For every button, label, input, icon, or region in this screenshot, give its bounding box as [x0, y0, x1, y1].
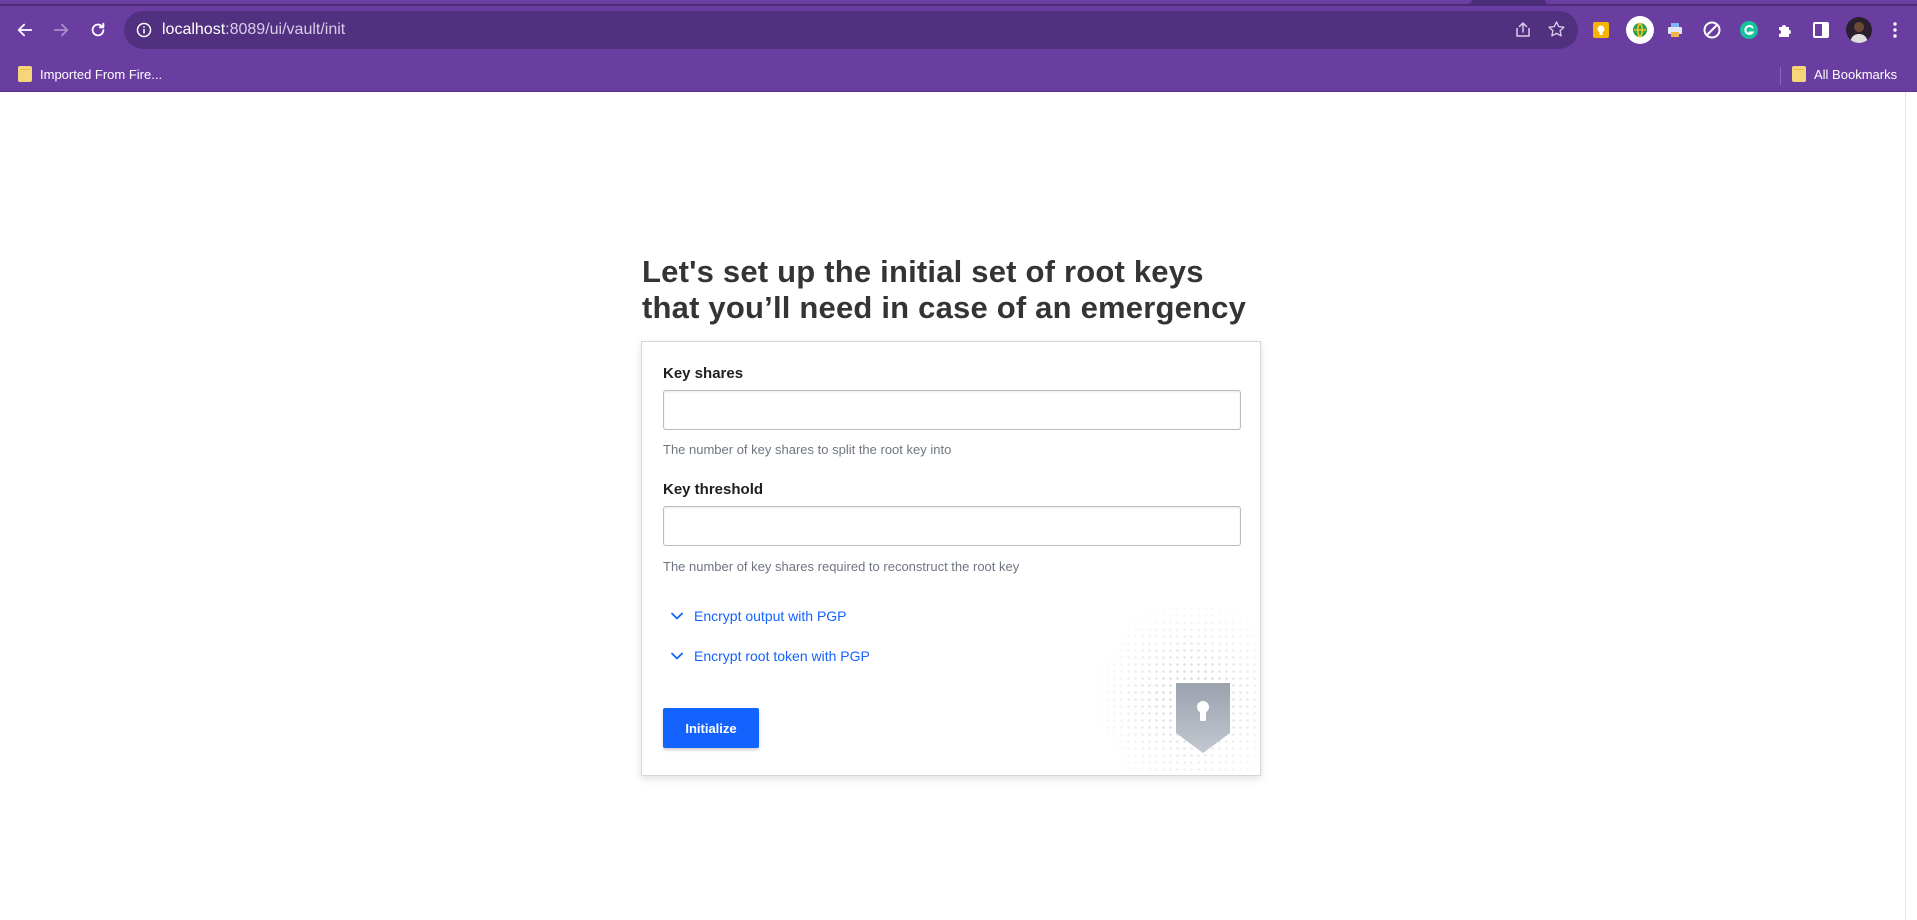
toggle-label: Encrypt root token with PGP	[694, 648, 870, 664]
page-title: Let's set up the initial set of root key…	[642, 254, 1247, 325]
init-form-card: Key shares The number of key shares to s…	[641, 341, 1261, 776]
arrow-right-icon	[53, 23, 69, 37]
folder-icon	[18, 66, 32, 82]
url-text: localhost:8089/ui/vault/init	[162, 21, 345, 39]
block-icon[interactable]	[1701, 19, 1723, 41]
printer-icon[interactable]	[1664, 19, 1686, 41]
url-path: :8089/ui/vault/init	[225, 21, 346, 38]
keep-icon[interactable]	[1590, 19, 1612, 41]
puzzle-icon[interactable]	[1774, 19, 1796, 41]
extension-globe-icon[interactable]	[1626, 16, 1654, 44]
share-icon[interactable]	[1514, 21, 1532, 39]
profile-avatar[interactable]	[1846, 17, 1872, 43]
key-shares-input[interactable]	[663, 390, 1241, 430]
bookmark-label: Imported From Fire...	[40, 66, 163, 82]
page-scrollbar[interactable]	[1905, 92, 1917, 920]
key-threshold-label: Key threshold	[663, 481, 764, 498]
page-content: Let's set up the initial set of root key…	[0, 92, 1905, 920]
arrow-left-icon	[17, 23, 33, 37]
key-threshold-help: The number of key shares required to rec…	[663, 559, 1020, 574]
toggle-encrypt-root-token-pgp[interactable]: Encrypt root token with PGP	[670, 648, 870, 664]
url-host: localhost	[162, 21, 226, 38]
forward-button[interactable]	[47, 16, 75, 44]
bookmark-all-bookmarks[interactable]: All Bookmarks	[1792, 66, 1897, 82]
bookmark-label: All Bookmarks	[1814, 66, 1898, 82]
address-bar[interactable]: localhost:8089/ui/vault/init	[124, 11, 1578, 49]
chevron-down-icon	[671, 612, 683, 620]
grammarly-icon[interactable]	[1738, 19, 1760, 41]
reload-icon	[91, 22, 105, 37]
toggle-label: Encrypt output with PGP	[694, 608, 847, 624]
sidepanel-icon[interactable]	[1810, 19, 1832, 41]
tab-strip-edge	[1545, 0, 1917, 4]
bookmarks-divider	[1780, 67, 1781, 85]
reload-button[interactable]	[84, 16, 112, 44]
active-tab[interactable]	[0, 0, 1472, 4]
vault-shield-illustration	[1090, 605, 1260, 775]
toggle-encrypt-output-pgp[interactable]: Encrypt output with PGP	[670, 608, 847, 624]
key-shares-label: Key shares	[663, 365, 744, 382]
kebab-menu-icon[interactable]	[1884, 19, 1906, 41]
initialize-button[interactable]: Initialize	[663, 708, 759, 748]
key-shares-help: The number of key shares to split the ro…	[663, 442, 952, 457]
bookmark-star-icon[interactable]	[1547, 20, 1566, 39]
bookmark-imported-folder[interactable]: Imported From Fire...	[18, 66, 162, 82]
key-threshold-input[interactable]	[663, 506, 1241, 546]
browser-toolbar: localhost:8089/ui/vault/init	[0, 6, 1917, 58]
chevron-down-icon	[671, 652, 683, 660]
bookmarks-bar: Imported From Fire... All Bookmarks	[0, 58, 1917, 92]
info-icon[interactable]	[136, 22, 152, 38]
folder-icon	[1792, 66, 1806, 82]
back-button[interactable]	[11, 16, 39, 44]
